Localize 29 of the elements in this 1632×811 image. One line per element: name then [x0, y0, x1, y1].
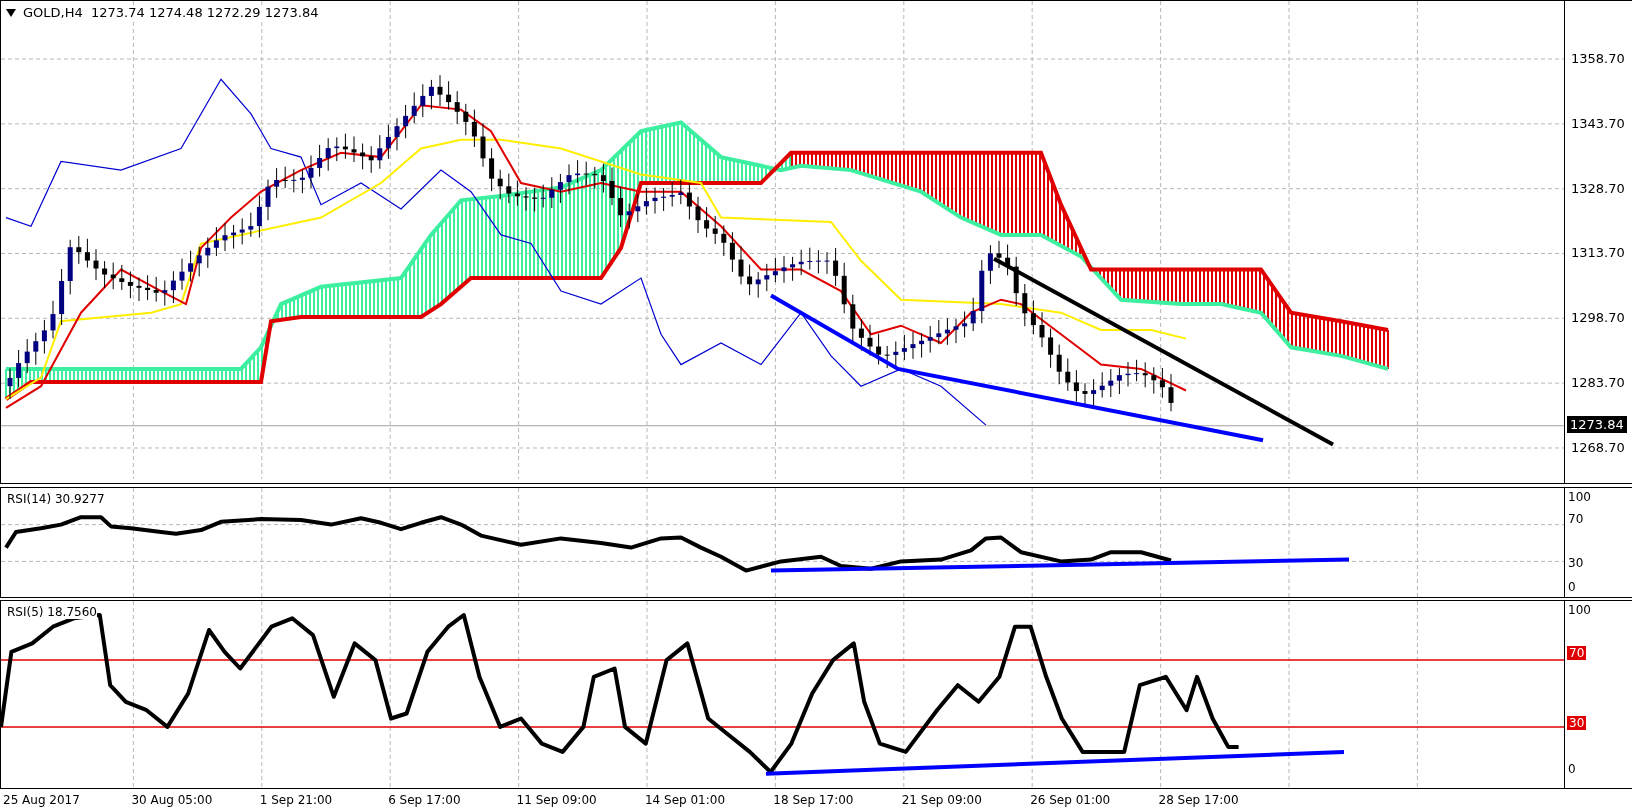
- current-price-tag: 1273.84: [1567, 416, 1627, 433]
- time-label: 25 Aug 2017: [3, 793, 81, 808]
- price-label: 1283.70: [1570, 374, 1625, 393]
- time-label: 1 Sep 21:00: [259, 793, 334, 808]
- price-label: 1313.70: [1570, 244, 1625, 263]
- price-label: 1298.70: [1570, 309, 1625, 328]
- level-tag: 30: [1567, 716, 1587, 731]
- time-label: 18 Sep 17:00: [773, 793, 855, 808]
- axis-label: 100: [1567, 603, 1591, 618]
- time-label: 21 Sep 09:00: [901, 793, 983, 808]
- axis-label: 70: [1567, 512, 1584, 526]
- price-label: 1268.70: [1570, 438, 1625, 457]
- axis-label: 0: [1567, 580, 1576, 594]
- axis-label: 0: [1567, 762, 1576, 777]
- axis-label: 30: [1567, 556, 1584, 570]
- time-label: 11 Sep 09:00: [516, 793, 598, 808]
- symbol-quote-text: GOLD,H4 1273.74 1274.48 1272.29 1273.84: [23, 5, 319, 20]
- time-label: 6 Sep 17:00: [388, 793, 462, 808]
- indicator-label: RSI(5) 18.7560: [7, 605, 97, 620]
- price-label: 1328.70: [1570, 179, 1625, 198]
- price-label: 1358.70: [1570, 50, 1625, 68]
- time-label: 30 Aug 05:00: [131, 793, 214, 808]
- price-label: 1343.70: [1570, 114, 1625, 133]
- axis-label: 100: [1567, 490, 1591, 504]
- time-label: 14 Sep 01:00: [644, 793, 727, 808]
- time-label: 26 Sep 01:00: [1030, 793, 1112, 808]
- level-tag: 70: [1567, 646, 1587, 661]
- time-label: 28 Sep 17:00: [1158, 793, 1240, 808]
- indicator-label: RSI(14) 30.9277: [7, 492, 105, 506]
